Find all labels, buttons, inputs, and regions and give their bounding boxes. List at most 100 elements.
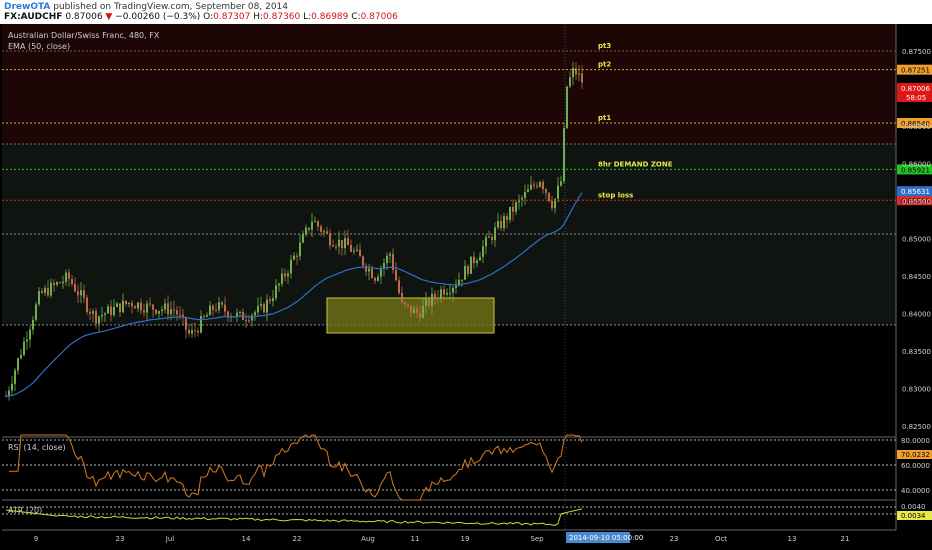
crosshair-time-label: 2014-09-10 05:00:00 — [569, 534, 643, 542]
candle-body — [455, 285, 457, 288]
time-label: Jul — [165, 535, 175, 543]
atr-line — [5, 508, 583, 526]
candle-body — [389, 253, 391, 256]
candle-body — [215, 309, 217, 311]
price-axis[interactable]: 0.875000.870000.865000.860000.855000.850… — [902, 48, 931, 431]
candle-body — [257, 305, 259, 313]
candle-body — [479, 256, 481, 261]
candle-body — [311, 221, 313, 230]
candle-body — [83, 290, 85, 298]
price-change: −0.00260 (−0.3%) — [115, 12, 201, 22]
candle-body — [467, 266, 469, 274]
candle-body — [536, 185, 538, 187]
candle-body — [362, 256, 364, 266]
time-label: Sep — [530, 535, 544, 543]
candle-body — [434, 293, 436, 298]
atr-tag: 0.0034 — [901, 512, 926, 520]
candle-body — [380, 268, 382, 277]
candle-body — [122, 300, 124, 313]
candle-body — [11, 383, 13, 391]
candle-body — [443, 289, 445, 295]
time-label: 19 — [461, 535, 470, 543]
time-label: 9 — [34, 535, 38, 543]
open-label: O: — [203, 12, 214, 22]
candle-body — [413, 308, 415, 314]
candle-body — [326, 231, 328, 234]
candle-body — [53, 282, 55, 285]
candle-body — [128, 302, 130, 305]
candle-body — [368, 268, 370, 272]
candle-body — [485, 237, 487, 247]
price-label: 0.83500 — [902, 348, 931, 356]
candle-body — [383, 263, 385, 269]
bar-countdown: 58:05 — [906, 94, 926, 102]
candle-body — [131, 302, 133, 307]
candle-body — [35, 304, 37, 320]
chart-canvas[interactable]: pt3pt20.87251pt10.865408hr DEMAND ZONE0.… — [0, 24, 932, 550]
time-label: 14 — [242, 535, 251, 543]
candle-body — [542, 181, 544, 190]
candle-body — [299, 242, 301, 257]
candle-body — [248, 320, 250, 322]
candle-body — [62, 281, 64, 284]
price-label: 0.84000 — [902, 311, 931, 319]
candle-body — [374, 278, 376, 281]
rsi-legend: RSI (14, close) — [8, 443, 66, 452]
candle-body — [407, 304, 409, 306]
candle-body — [41, 291, 43, 293]
price-label: 0.83000 — [902, 386, 931, 394]
open-value: 0.87307 — [213, 12, 251, 22]
time-label: Aug — [361, 535, 375, 543]
candle-body — [446, 293, 448, 295]
demand-box[interactable] — [326, 297, 495, 334]
candle-body — [476, 260, 478, 264]
candle-body — [140, 302, 142, 311]
chart-title: Australian Dollar/Swiss Franc, 480, FX — [8, 31, 160, 40]
candle-body — [287, 273, 289, 277]
candle-body — [491, 236, 493, 241]
price-label: 0.86000 — [902, 161, 931, 169]
price-label: 0.84500 — [902, 273, 931, 281]
candle-body — [416, 308, 418, 314]
candle-body — [545, 189, 547, 193]
candle-body — [296, 255, 298, 257]
candle-body — [275, 285, 277, 299]
candle-body — [440, 289, 442, 298]
candle-body — [281, 273, 283, 284]
candle-body — [269, 299, 271, 302]
high-value: 0.87360 — [263, 12, 301, 22]
author-link[interactable]: DrewOTA — [4, 2, 50, 12]
candle-body — [179, 314, 181, 316]
candle-body — [305, 227, 307, 235]
candle-body — [398, 280, 400, 293]
candle-body — [263, 304, 265, 313]
candle-body — [260, 304, 262, 306]
candle-body — [452, 287, 454, 293]
candle-body — [308, 227, 310, 230]
candle-body — [224, 304, 226, 312]
candle-body — [386, 255, 388, 264]
publish-header: DrewOTA published on TradingView.com, Se… — [0, 0, 932, 24]
candle-body — [524, 191, 526, 198]
candle-body — [401, 292, 403, 303]
candle-body — [290, 259, 292, 274]
candle-body — [56, 282, 58, 285]
time-label: Oct — [715, 535, 727, 543]
candle-body — [146, 303, 148, 313]
candle-body — [527, 189, 529, 192]
candle-body — [80, 290, 82, 296]
time-axis[interactable]: 9 23 Jul 14 22 Aug 11 19 Sep 23 Oct 13 21 — [34, 535, 850, 543]
change-down-icon: ▼ — [105, 12, 113, 22]
candle-body — [365, 265, 367, 272]
upper-target-zone — [2, 24, 896, 144]
candle-body — [332, 245, 334, 247]
price-label: 0.85000 — [902, 236, 931, 244]
rsi-label-40: 40.0000 — [901, 487, 930, 495]
candle-body — [200, 316, 202, 333]
candle-body — [176, 310, 178, 315]
candle-body — [89, 311, 91, 314]
candle-body — [464, 266, 466, 280]
candle-body — [116, 303, 118, 307]
candle-body — [59, 282, 61, 284]
symbol-label: FX:AUDCHF — [4, 12, 63, 22]
